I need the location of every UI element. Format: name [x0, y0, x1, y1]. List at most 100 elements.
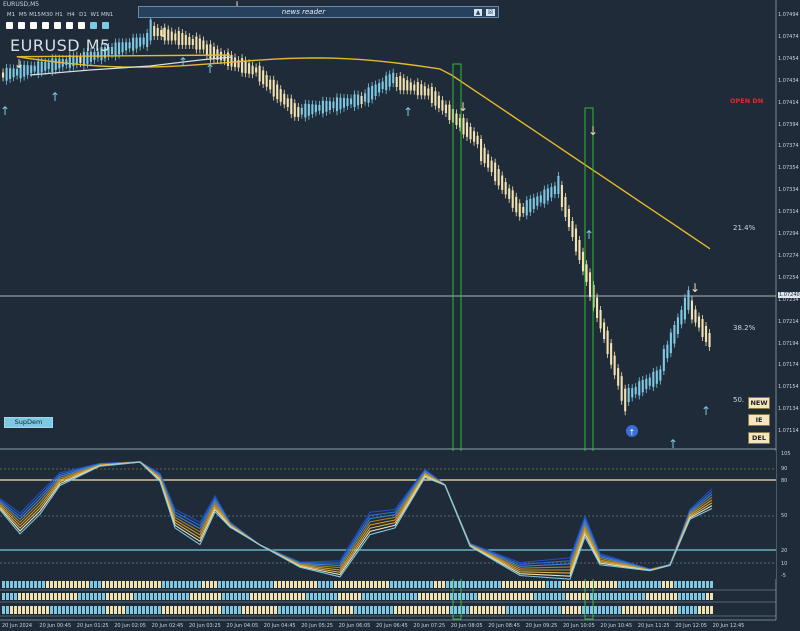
timeframe-square-h1[interactable] [54, 22, 61, 29]
oscillator-tick: 105 [781, 451, 791, 457]
time-tick: 20 Jun 08:45 [488, 623, 520, 629]
histogram-bar [258, 593, 261, 600]
candle [37, 61, 40, 75]
close-icon[interactable]: ☒ [486, 9, 495, 16]
timeframe-h1[interactable]: H1 [53, 12, 65, 18]
timeframe-m5[interactable]: M5 [17, 12, 29, 18]
histogram-bar [322, 606, 325, 614]
down-arrow-icon: ↓ [588, 124, 598, 138]
price-tick: 1.07154 [778, 384, 799, 391]
candle [480, 139, 483, 161]
timeframe-square-d1[interactable] [78, 22, 85, 29]
histogram-bar [66, 593, 69, 600]
histogram-bar [266, 593, 269, 600]
candle [704, 326, 708, 342]
histogram-bar [10, 593, 13, 600]
histogram-bar [158, 593, 161, 600]
fib-level-21-4: 21.4% [733, 224, 756, 232]
timeframe-d1[interactable]: D1 [77, 12, 89, 18]
histogram-bar [358, 593, 361, 600]
histogram-bar [106, 606, 109, 614]
histogram-bar [390, 593, 393, 600]
candle [550, 187, 553, 198]
candle [497, 169, 500, 186]
histogram-bar [650, 581, 653, 588]
histogram-bar [674, 593, 677, 600]
histogram-bar [466, 593, 469, 600]
histogram-bar [590, 606, 593, 614]
histogram-bar [158, 581, 161, 588]
histogram-bar [294, 606, 297, 614]
histogram-bar [690, 606, 693, 614]
histogram-bar [190, 593, 193, 600]
time-tick: 20 Jun 10:45 [600, 623, 633, 629]
candle [325, 101, 328, 112]
histogram-bar [614, 593, 617, 600]
histogram-bar [222, 581, 225, 588]
new-button[interactable]: NEW [748, 397, 770, 409]
candle [33, 65, 36, 72]
histogram-bar [270, 593, 273, 600]
histogram-bar [310, 606, 313, 614]
timeframe-square-w1[interactable] [90, 22, 97, 29]
histogram-bar [518, 581, 521, 588]
timeframe-square-m5[interactable] [18, 22, 25, 29]
candle [251, 65, 254, 75]
histogram-bar [606, 606, 609, 614]
histogram-bar [594, 581, 597, 588]
histogram-bar [278, 593, 281, 600]
histogram-bar [702, 606, 705, 614]
timeframe-h4[interactable]: H4 [65, 12, 77, 18]
timeframe-square-mn1[interactable] [102, 22, 109, 29]
candle [255, 67, 258, 73]
histogram-bar [566, 581, 569, 588]
timeframe-w1[interactable]: W1 [89, 12, 101, 18]
histogram-bar [454, 606, 457, 614]
candle [265, 75, 268, 87]
histogram-bar [654, 606, 657, 614]
histogram-bar [310, 593, 313, 600]
histogram-bar [538, 581, 541, 588]
histogram-bar [350, 593, 353, 600]
timeframe-square-m15[interactable] [30, 22, 37, 29]
candle [578, 240, 581, 260]
timeframe-mn1[interactable]: MN1 [101, 12, 113, 18]
timeframe-square-m1[interactable] [6, 22, 13, 29]
timeframe-m1[interactable]: M1 [5, 12, 17, 18]
candle [339, 97, 342, 110]
ie-button[interactable]: IE [748, 414, 770, 426]
timeframe-square-m30[interactable] [42, 22, 49, 29]
histogram-bar [438, 606, 441, 614]
histogram-bar [402, 593, 405, 600]
histogram-bar [238, 581, 241, 588]
price-chart[interactable]: ↑↑↑↑↑↑↑↑↓↓↓↓↓↓↑ [0, 0, 800, 631]
up-arrow-icon: ↑ [701, 404, 711, 418]
histogram-bar [282, 606, 285, 614]
histogram-bar [306, 593, 309, 600]
candle [564, 197, 567, 217]
supdem-button[interactable]: SupDem [4, 417, 53, 428]
candle [293, 103, 296, 117]
histogram-bar [2, 581, 5, 588]
candle [423, 86, 426, 96]
histogram-bar [642, 593, 645, 600]
histogram-bar [442, 593, 445, 600]
histogram-bar [170, 581, 173, 588]
histogram-bar [338, 581, 341, 588]
timeframe-m30[interactable]: M30 [41, 12, 53, 18]
histogram-bar [518, 606, 521, 614]
timeframe-m15[interactable]: M15 [29, 12, 41, 18]
histogram-bar [558, 581, 561, 588]
histogram-bar [182, 581, 185, 588]
histogram-bar [430, 606, 433, 614]
timeframe-square-h4[interactable] [66, 22, 73, 29]
minimize-icon[interactable]: ▲ [474, 9, 482, 16]
candle [522, 207, 525, 213]
delete-button[interactable]: DEL [748, 432, 770, 444]
histogram-bar [678, 593, 681, 600]
candle [455, 113, 458, 125]
histogram-bar [290, 593, 293, 600]
news-reader-panel[interactable]: news reader ▲ ☒ [138, 6, 499, 18]
candle [388, 74, 391, 87]
histogram-bar [218, 581, 221, 588]
